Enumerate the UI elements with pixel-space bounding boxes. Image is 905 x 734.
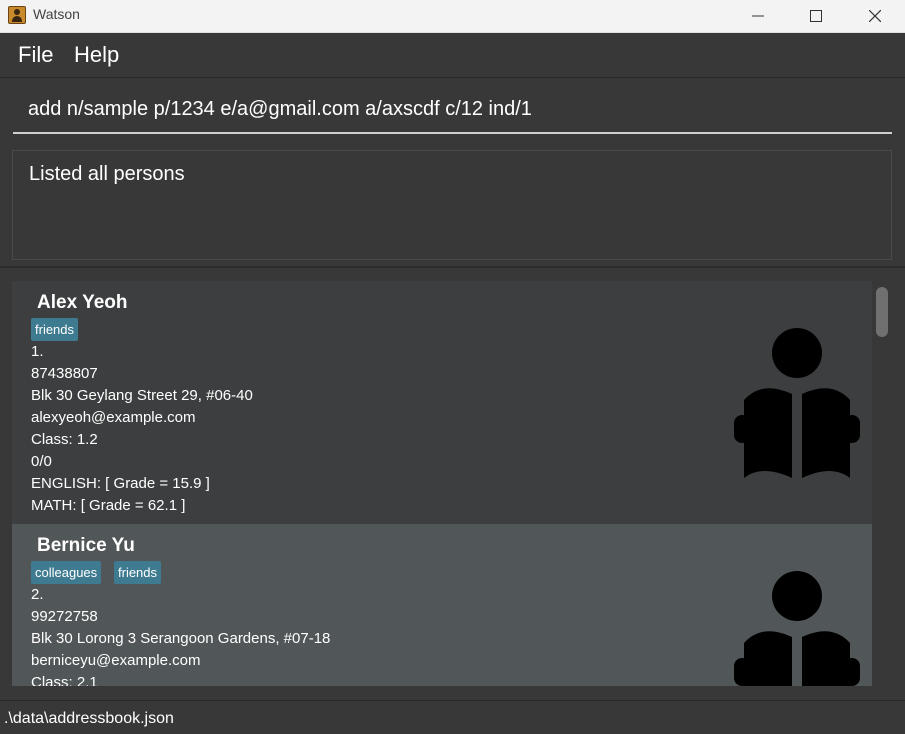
person-name: Bernice Yu: [37, 535, 135, 556]
scrollbar-thumb[interactable]: [876, 287, 888, 337]
window-title: Watson: [33, 6, 80, 22]
person-class: Class: 2.1: [31, 674, 98, 686]
person-address: Blk 30 Geylang Street 29, #06-40: [31, 387, 253, 404]
person-list[interactable]: Alex Yeoh friends 1. 87438807 Blk 30 Gey…: [12, 281, 872, 686]
close-button[interactable]: [846, 0, 904, 32]
menu-bar: File Help: [0, 33, 905, 78]
divider: [0, 266, 905, 268]
person-card[interactable]: Alex Yeoh friends 1. 87438807 Blk 30 Gey…: [12, 281, 872, 524]
tag-badge: friends: [31, 318, 79, 341]
list-scrollbar[interactable]: [873, 281, 891, 686]
person-attendance: 0/0: [31, 453, 52, 470]
person-math-grade: MATH: [ Grade = 62.1 ]: [31, 497, 186, 514]
person-index: 1.: [31, 343, 44, 360]
result-display[interactable]: Listed all persons: [12, 150, 892, 260]
status-bar: .\data\addressbook.json: [0, 700, 905, 734]
save-location: .\data\addressbook.json: [4, 710, 174, 727]
person-english-grade: ENGLISH: [ Grade = 15.9 ]: [31, 475, 210, 492]
minimize-button[interactable]: [729, 0, 787, 32]
student-reading-icon: [734, 328, 860, 478]
maximize-icon: [810, 10, 822, 22]
menu-file[interactable]: File: [18, 42, 53, 68]
close-icon: [869, 10, 881, 22]
result-text: Listed all persons: [29, 163, 185, 185]
person-address: Blk 30 Lorong 3 Serangoon Gardens, #07-1…: [31, 630, 331, 647]
command-box: [13, 87, 892, 134]
menu-help[interactable]: Help: [74, 42, 119, 68]
person-email: berniceyu@example.com: [31, 652, 201, 669]
maximize-button[interactable]: [787, 0, 845, 32]
person-class: Class: 1.2: [31, 431, 98, 448]
student-reading-icon: [734, 571, 860, 686]
person-index: 2.: [31, 586, 44, 603]
app-icon: [8, 6, 26, 24]
tag-badge: colleagues: [31, 561, 102, 584]
person-email: alexyeoh@example.com: [31, 409, 196, 426]
person-list-panel: Alex Yeoh friends 1. 87438807 Blk 30 Gey…: [0, 269, 905, 687]
person-name: Alex Yeoh: [37, 292, 128, 313]
tag-badge: friends: [114, 561, 162, 584]
person-card[interactable]: Bernice Yu colleagues friends 2. 9927275…: [12, 524, 872, 686]
title-bar: Watson: [0, 0, 905, 33]
person-phone: 99272758: [31, 608, 98, 625]
command-input[interactable]: [28, 98, 878, 121]
person-phone: 87438807: [31, 365, 98, 382]
minimize-icon: [752, 15, 764, 17]
